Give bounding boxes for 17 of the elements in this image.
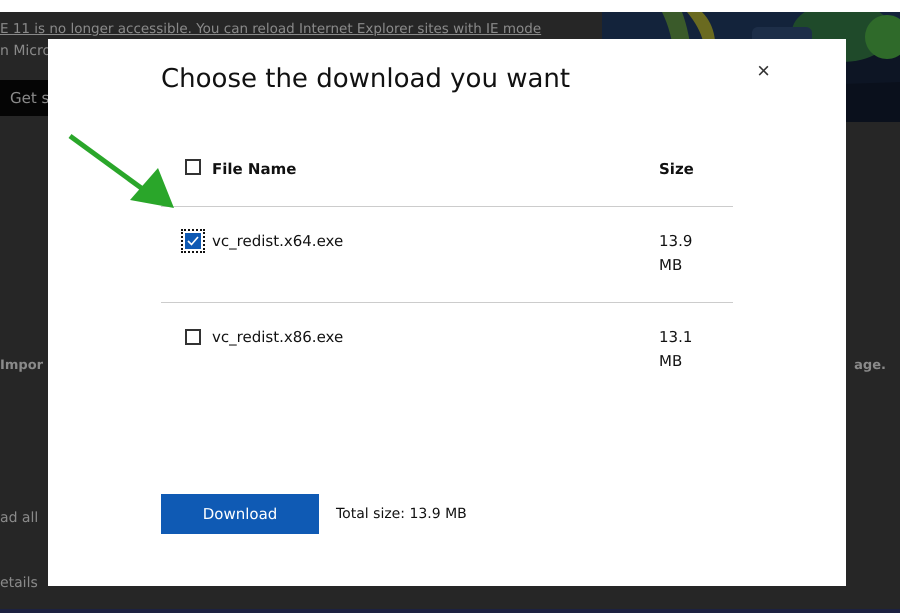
file-name: vc_redist.x86.exe: [212, 327, 344, 347]
details-link[interactable]: etails: [0, 575, 38, 591]
file-name: vc_redist.x64.exe: [212, 231, 344, 251]
download-all-link[interactable]: ad all: [0, 510, 38, 526]
column-header: Size: [659, 158, 695, 180]
total-size: Total size: 13.9 MB: [336, 506, 467, 522]
close-button[interactable]: ×: [753, 59, 774, 83]
file-size: 13.1 MB: [659, 327, 694, 372]
important-heading: Impor: [0, 358, 44, 373]
page-heading: age.: [854, 358, 886, 373]
file-size: 13.9 MB: [659, 231, 694, 276]
notice-link[interactable]: E 11 is no longer accessible. You can reload Internet Explorer sites with IE mode: [0, 18, 542, 40]
column-header: File Name: [212, 158, 298, 178]
download-button[interactable]: Download: [161, 494, 319, 534]
dialog-title: Choose the download you want: [161, 63, 570, 95]
checkbox[interactable]: [181, 229, 205, 253]
checkmark-icon: [187, 236, 199, 246]
